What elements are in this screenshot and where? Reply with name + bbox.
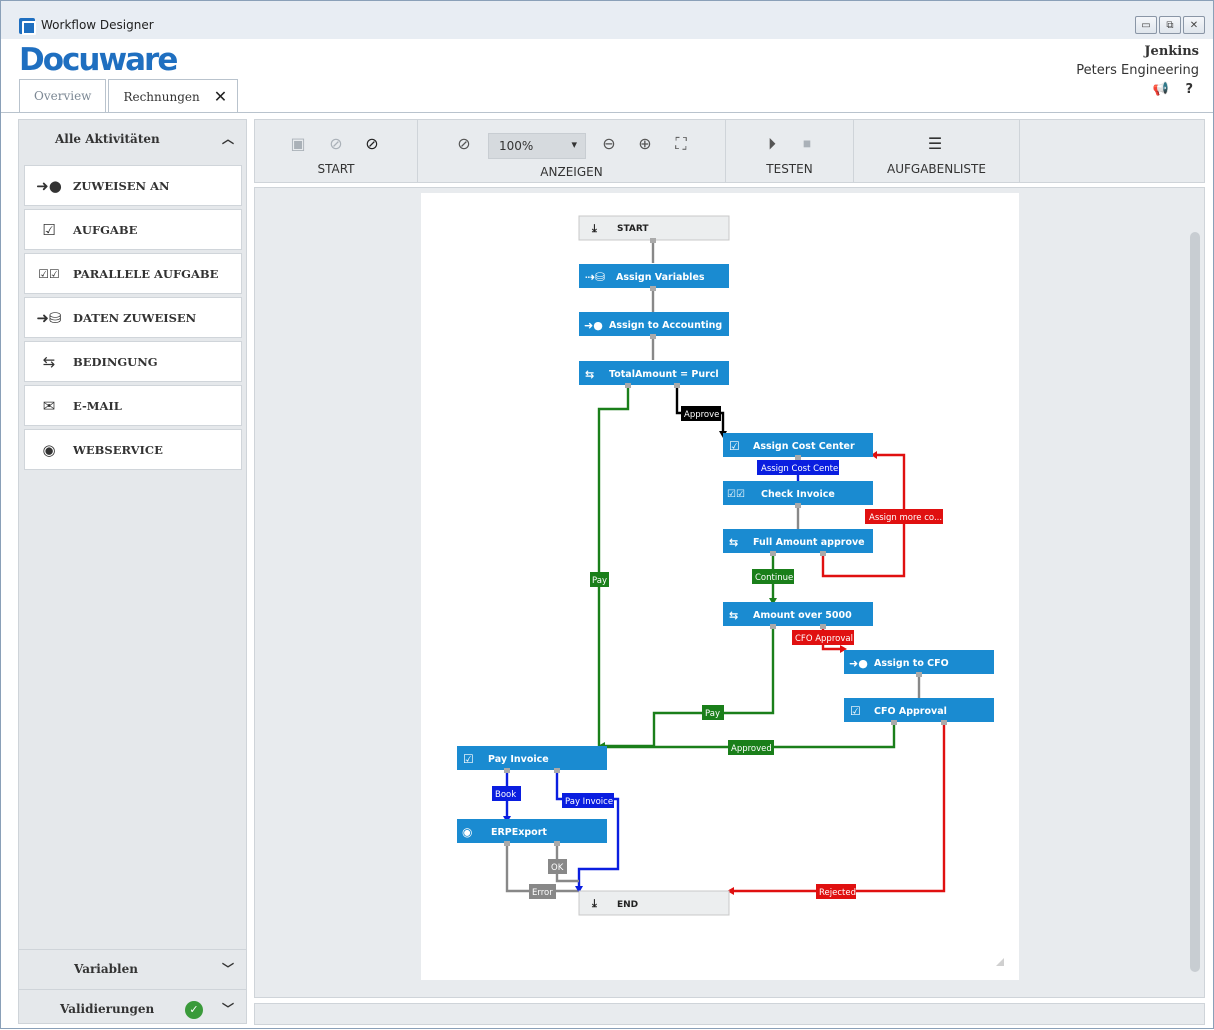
edge-label-assign-more: Assign more co... xyxy=(869,513,942,523)
edge-label-rejected: Rejected xyxy=(819,888,856,898)
node-check-invoice[interactable]: ☑☑ Check Invoice xyxy=(723,481,873,505)
node-assign-cost-center-label: Assign Cost Center xyxy=(753,441,855,452)
edge-label-approved: Approved xyxy=(731,744,772,754)
diagram-paper xyxy=(421,193,1019,980)
node-full-amount-label: Full Amount approve xyxy=(753,537,865,548)
node-total-amount-label: TotalAmount = Purcl xyxy=(609,369,719,380)
edge-label-error: Error xyxy=(532,888,553,898)
edge-label-cfo-approval: CFO Approval xyxy=(795,634,853,644)
node-pay-invoice-label: Pay Invoice xyxy=(488,754,549,765)
workflow-designer-window: Workflow Designer ▭ ⧉ ✕ Docuware Jenkins… xyxy=(0,0,1214,1029)
node-erp-export-label: ERPExport xyxy=(491,827,547,838)
edge-label-pay-invoice: Pay Invoice xyxy=(565,797,613,807)
node-check-invoice-label: Check Invoice xyxy=(761,489,835,500)
edge-label-assign-cost-center: Assign Cost Center xyxy=(761,464,842,474)
svg-text:☑: ☑ xyxy=(463,752,474,766)
edge-label-ok: OK xyxy=(551,863,564,873)
svg-text:◉: ◉ xyxy=(462,825,472,839)
svg-text:⇆: ⇆ xyxy=(585,368,594,381)
node-end-label: END xyxy=(617,900,638,910)
svg-text:➜●: ➜● xyxy=(849,657,868,670)
node-amount-over[interactable]: ⇆ Amount over 5000 xyxy=(723,602,873,626)
node-cfo-approval-label: CFO Approval xyxy=(874,706,947,717)
node-cfo-approval[interactable]: ☑ CFO Approval xyxy=(844,698,994,722)
node-assign-variables-label: Assign Variables xyxy=(616,272,705,283)
svg-text:☑: ☑ xyxy=(729,439,740,453)
edge-label-continue: Continue xyxy=(755,573,793,583)
node-assign-cost-center[interactable]: ☑ Assign Cost Center xyxy=(723,433,873,457)
node-pay-invoice[interactable]: ☑ Pay Invoice xyxy=(457,746,607,770)
node-erp-export[interactable]: ◉ ERPExport xyxy=(457,819,607,843)
node-start-label: START xyxy=(617,224,649,234)
node-start[interactable]: ⤓ START xyxy=(578,215,730,241)
node-end[interactable]: ⤓ END xyxy=(578,890,730,916)
edge-label-pay: Pay xyxy=(592,576,607,586)
svg-text:➜●: ➜● xyxy=(584,319,603,332)
node-assign-variables[interactable]: ⇢⛁ Assign Variables xyxy=(579,264,729,288)
svg-text:⇆: ⇆ xyxy=(729,536,738,549)
node-assign-cfo[interactable]: ➜● Assign to CFO xyxy=(844,650,994,674)
edge-label-approve: Approve xyxy=(684,410,719,420)
svg-text:☑: ☑ xyxy=(850,704,861,718)
node-assign-accounting-label: Assign to Accounting xyxy=(609,320,722,331)
workflow-diagram: ⤓ START ⇢⛁ Assign Variables ➜● Assign to… xyxy=(421,193,1019,980)
status-bar xyxy=(254,1003,1205,1025)
svg-text:⇆: ⇆ xyxy=(729,609,738,622)
svg-text:⇢⛁: ⇢⛁ xyxy=(585,270,605,284)
edge-label-pay: Pay xyxy=(705,709,720,719)
node-full-amount[interactable]: ⇆ Full Amount approve xyxy=(723,529,873,553)
node-assign-accounting[interactable]: ➜● Assign to Accounting xyxy=(579,312,729,336)
node-assign-cfo-label: Assign to CFO xyxy=(874,658,949,669)
svg-text:☑☑: ☑☑ xyxy=(727,489,745,500)
node-amount-over-label: Amount over 5000 xyxy=(753,610,852,621)
edge-label-book: Book xyxy=(495,790,516,800)
node-total-amount[interactable]: ⇆ TotalAmount = Purcl xyxy=(579,361,729,385)
